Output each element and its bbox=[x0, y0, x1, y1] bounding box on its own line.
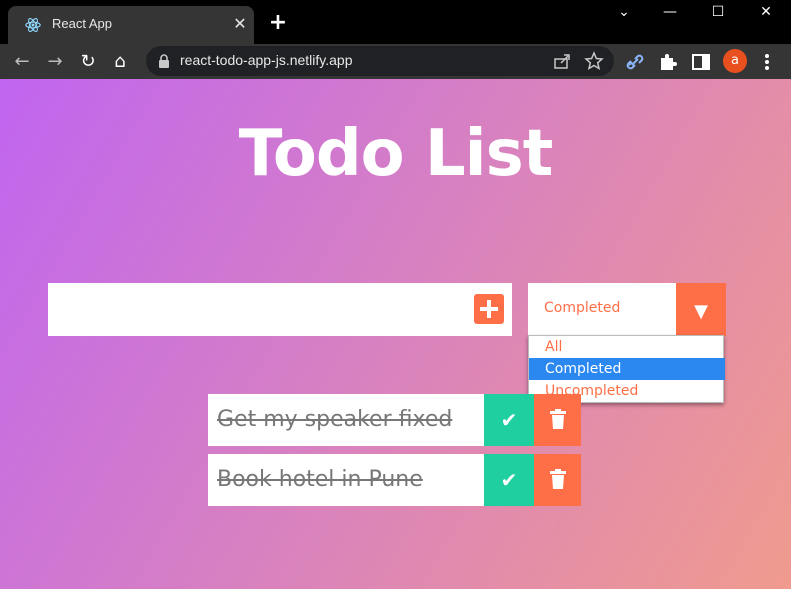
todo-text: Book hotel in Pune bbox=[208, 454, 484, 506]
forward-button[interactable]: → bbox=[43, 50, 67, 74]
dropdown-arrow-icon[interactable]: ▼ bbox=[676, 283, 726, 336]
new-tab-button[interactable]: + bbox=[266, 12, 290, 36]
filter-select[interactable]: Completed ▼ bbox=[528, 283, 726, 336]
back-button[interactable]: ← bbox=[10, 50, 34, 74]
trash-icon bbox=[550, 469, 566, 489]
delete-button[interactable] bbox=[534, 394, 581, 446]
home-button[interactable]: ⌂ bbox=[108, 50, 132, 74]
lock-icon[interactable] bbox=[158, 54, 170, 68]
filter-selected-value: Completed bbox=[544, 300, 621, 316]
page-title: Todo List bbox=[238, 117, 554, 191]
url-text[interactable]: react-todo-app-js.netlify.app bbox=[180, 52, 353, 68]
complete-check-icon[interactable]: ✔ bbox=[484, 394, 534, 446]
close-tab-icon[interactable]: ✕ bbox=[230, 14, 250, 34]
page-viewport: Todo List Completed ▼ All Completed Unco… bbox=[0, 79, 791, 589]
todo-text: Get my speaker fixed bbox=[208, 394, 484, 446]
tab-search-icon[interactable]: ⌄ bbox=[604, 4, 644, 24]
more-menu-icon[interactable] bbox=[755, 50, 779, 74]
bookmark-star-icon[interactable] bbox=[584, 51, 604, 71]
browser-toolbar: ← → ↻ ⌂ react-todo-app-js.netlify.app a bbox=[0, 44, 791, 79]
complete-check-icon[interactable]: ✔ bbox=[484, 454, 534, 506]
trash-icon bbox=[550, 409, 566, 429]
browser-titlebar: React App ✕ + ⌄ — ☐ ✕ bbox=[0, 0, 791, 44]
reload-button[interactable]: ↻ bbox=[76, 50, 100, 74]
todo-input[interactable] bbox=[48, 283, 512, 336]
todo-item: Get my speaker fixed ✔ bbox=[208, 394, 581, 446]
delete-button[interactable] bbox=[534, 454, 581, 506]
add-todo-button[interactable] bbox=[474, 294, 504, 324]
filter-option-completed[interactable]: Completed bbox=[529, 358, 725, 380]
profile-avatar[interactable]: a bbox=[723, 49, 747, 73]
react-logo-icon bbox=[25, 18, 41, 32]
maximize-button[interactable]: ☐ bbox=[698, 4, 738, 24]
extensions-puzzle-icon[interactable] bbox=[656, 50, 680, 74]
filter-option-all[interactable]: All bbox=[529, 336, 725, 358]
side-panel-icon[interactable] bbox=[689, 50, 713, 74]
minimize-button[interactable]: — bbox=[650, 4, 690, 24]
address-bar[interactable]: react-todo-app-js.netlify.app bbox=[146, 46, 614, 76]
link-extension-icon[interactable] bbox=[623, 50, 647, 74]
close-window-button[interactable]: ✕ bbox=[746, 4, 786, 24]
share-icon[interactable] bbox=[552, 51, 572, 71]
browser-tab[interactable]: React App ✕ bbox=[8, 6, 254, 44]
tab-title: React App bbox=[52, 16, 112, 31]
filter-options-list: All Completed Uncompleted bbox=[528, 335, 725, 403]
todo-item: Book hotel in Pune ✔ bbox=[208, 454, 581, 506]
